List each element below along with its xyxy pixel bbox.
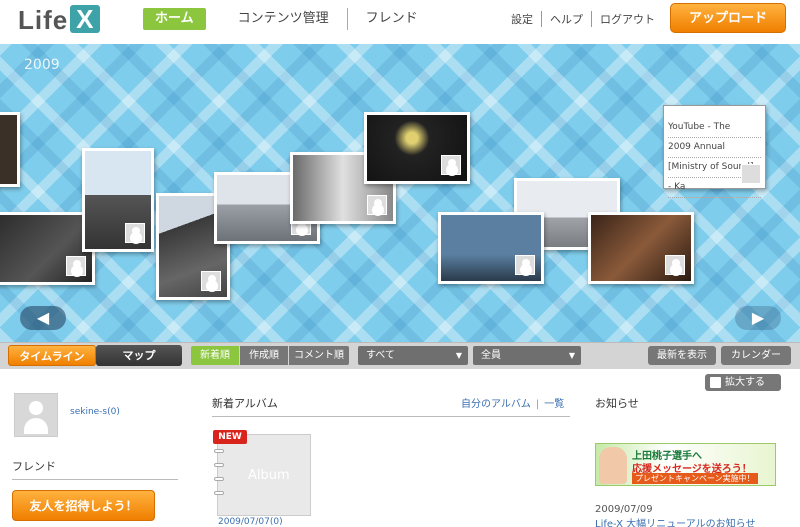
- filter-user-value: 全員: [481, 350, 501, 361]
- album-thumbnail[interactable]: Album: [214, 434, 311, 516]
- expand-icon: [710, 377, 721, 388]
- note-line: 2009 Annual: [668, 138, 761, 158]
- user-avatar-icon: [665, 255, 685, 275]
- photo-thumbnail[interactable]: [0, 112, 20, 187]
- timeline-toolbar: タイムライン マップ 新着順 作成順 コメント順 すべて ▼ 全員 ▼ 最新を表示 …: [0, 342, 800, 369]
- golfer-photo: [599, 447, 627, 484]
- news-title-link[interactable]: Life-X 大幅リニューアルのお知らせ: [595, 515, 755, 527]
- main-nav: ホーム コンテンツ管理 フレンド: [143, 8, 436, 30]
- new-badge: NEW: [213, 430, 247, 444]
- friends-heading: フレンド: [12, 458, 178, 480]
- chevron-down-icon: ▼: [568, 351, 575, 360]
- user-avatar-icon: [125, 223, 145, 243]
- album-list-link[interactable]: 一覧: [544, 399, 564, 410]
- expand-label: 拡大する: [725, 377, 765, 388]
- logo-mark: X: [70, 5, 101, 33]
- header: Life X ホーム コンテンツ管理 フレンド 設定 ヘルプ ログアウト アップロ…: [0, 0, 800, 44]
- photo-thumbnail[interactable]: [438, 212, 544, 284]
- dashboard: 拡大する sekine-s(0) フレンド 友人を招待しよう！ 新着アルバム 自…: [0, 370, 800, 527]
- arrow-left-icon[interactable]: ◀: [20, 306, 66, 330]
- expand-button[interactable]: 拡大する: [705, 374, 781, 391]
- settings-link[interactable]: 設定: [503, 11, 542, 27]
- logo-text: Life: [18, 5, 69, 35]
- tab-map[interactable]: マップ: [96, 345, 182, 366]
- sort-newest[interactable]: 新着順: [191, 346, 239, 365]
- filter-type-select[interactable]: すべて ▼: [358, 346, 468, 365]
- timeline-stage[interactable]: 2009 YouTube - The 2009 Annual [Ministry…: [0, 44, 800, 342]
- nav-friends[interactable]: フレンド: [348, 8, 436, 30]
- note-line: YouTube - The: [668, 118, 761, 138]
- album-label: Album: [248, 468, 290, 483]
- tab-timeline[interactable]: タイムライン: [8, 345, 96, 366]
- logo[interactable]: Life X: [18, 5, 101, 36]
- show-latest-button[interactable]: 最新を表示: [648, 346, 716, 365]
- user-avatar-icon: [741, 164, 761, 184]
- user-avatar-icon: [201, 271, 221, 291]
- youtube-note-card[interactable]: YouTube - The 2009 Annual [Ministry of S…: [663, 105, 766, 198]
- photo-thumbnail[interactable]: [0, 212, 95, 285]
- user-avatar-icon: [367, 195, 387, 215]
- arrow-right-icon[interactable]: ▶: [735, 306, 781, 330]
- calendar-button[interactable]: カレンダー: [721, 346, 791, 365]
- nav-home[interactable]: ホーム: [143, 8, 206, 30]
- user-avatar-icon: [66, 256, 86, 276]
- help-link[interactable]: ヘルプ: [542, 11, 592, 27]
- photo-thumbnail[interactable]: [588, 212, 694, 284]
- photo-thumbnail[interactable]: [364, 112, 470, 184]
- username-link[interactable]: sekine-s(0): [70, 407, 120, 417]
- photo-thumbnail[interactable]: [82, 148, 154, 252]
- timeline-year: 2009: [24, 57, 60, 73]
- my-albums-link[interactable]: 自分のアルバム: [461, 399, 531, 410]
- news-date: 2009/07/09: [595, 504, 653, 515]
- chevron-down-icon: ▼: [455, 351, 462, 360]
- sort-created[interactable]: 作成順: [240, 346, 288, 365]
- filter-type-value: すべて: [366, 350, 395, 361]
- sort-comments[interactable]: コメント順: [289, 346, 349, 365]
- utility-links: 設定 ヘルプ ログアウト: [503, 11, 663, 27]
- album-date-link[interactable]: 2009/07/07(0): [218, 517, 283, 527]
- banner-line3: プレゼントキャンペーン実施中！: [632, 473, 758, 484]
- user-avatar-icon: [515, 255, 535, 275]
- filter-user-select[interactable]: 全員 ▼: [473, 346, 581, 365]
- album-links: 自分のアルバム | 一覧: [461, 399, 565, 410]
- news-heading: お知らせ: [595, 397, 639, 410]
- invite-friends-button[interactable]: 友人を招待しよう！: [12, 490, 155, 521]
- avatar[interactable]: [14, 393, 58, 437]
- upload-button[interactable]: アップロード: [670, 3, 786, 33]
- logout-link[interactable]: ログアウト: [592, 11, 663, 27]
- campaign-banner[interactable]: 上田桃子選手へ 応援メッセージを送ろう！ プレゼントキャンペーン実施中！: [595, 443, 776, 486]
- user-avatar-icon: [441, 155, 461, 175]
- nav-content-management[interactable]: コンテンツ管理: [220, 8, 348, 30]
